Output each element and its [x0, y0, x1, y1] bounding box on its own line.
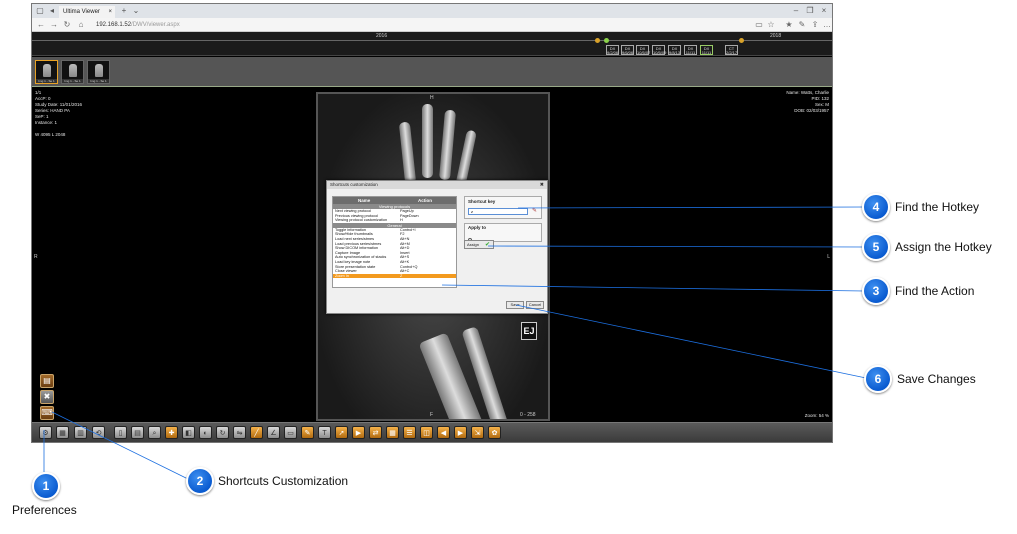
callout-badge: 1	[32, 472, 60, 500]
callout-label: Preferences	[12, 503, 77, 517]
callout-line	[51, 411, 189, 480]
callout-badge: 2	[186, 467, 214, 495]
callout-label: Find the Hotkey	[895, 200, 980, 214]
callout-label: Shortcuts Customization	[218, 474, 349, 488]
callout-line	[517, 206, 865, 209]
callout-label: Save Changes	[897, 372, 976, 386]
callout-badge: 3	[862, 277, 890, 305]
callout-badge: 5	[862, 233, 890, 261]
callout-lines	[43, 206, 867, 480]
callout-line	[515, 304, 867, 379]
callout-line	[487, 245, 865, 248]
callout-badge: 6	[864, 365, 892, 393]
callout-label: Find the Action	[895, 284, 975, 298]
callout-label: Assign the Hotkey	[895, 240, 992, 254]
callout-line	[441, 284, 865, 292]
callout-badge: 4	[862, 193, 890, 221]
